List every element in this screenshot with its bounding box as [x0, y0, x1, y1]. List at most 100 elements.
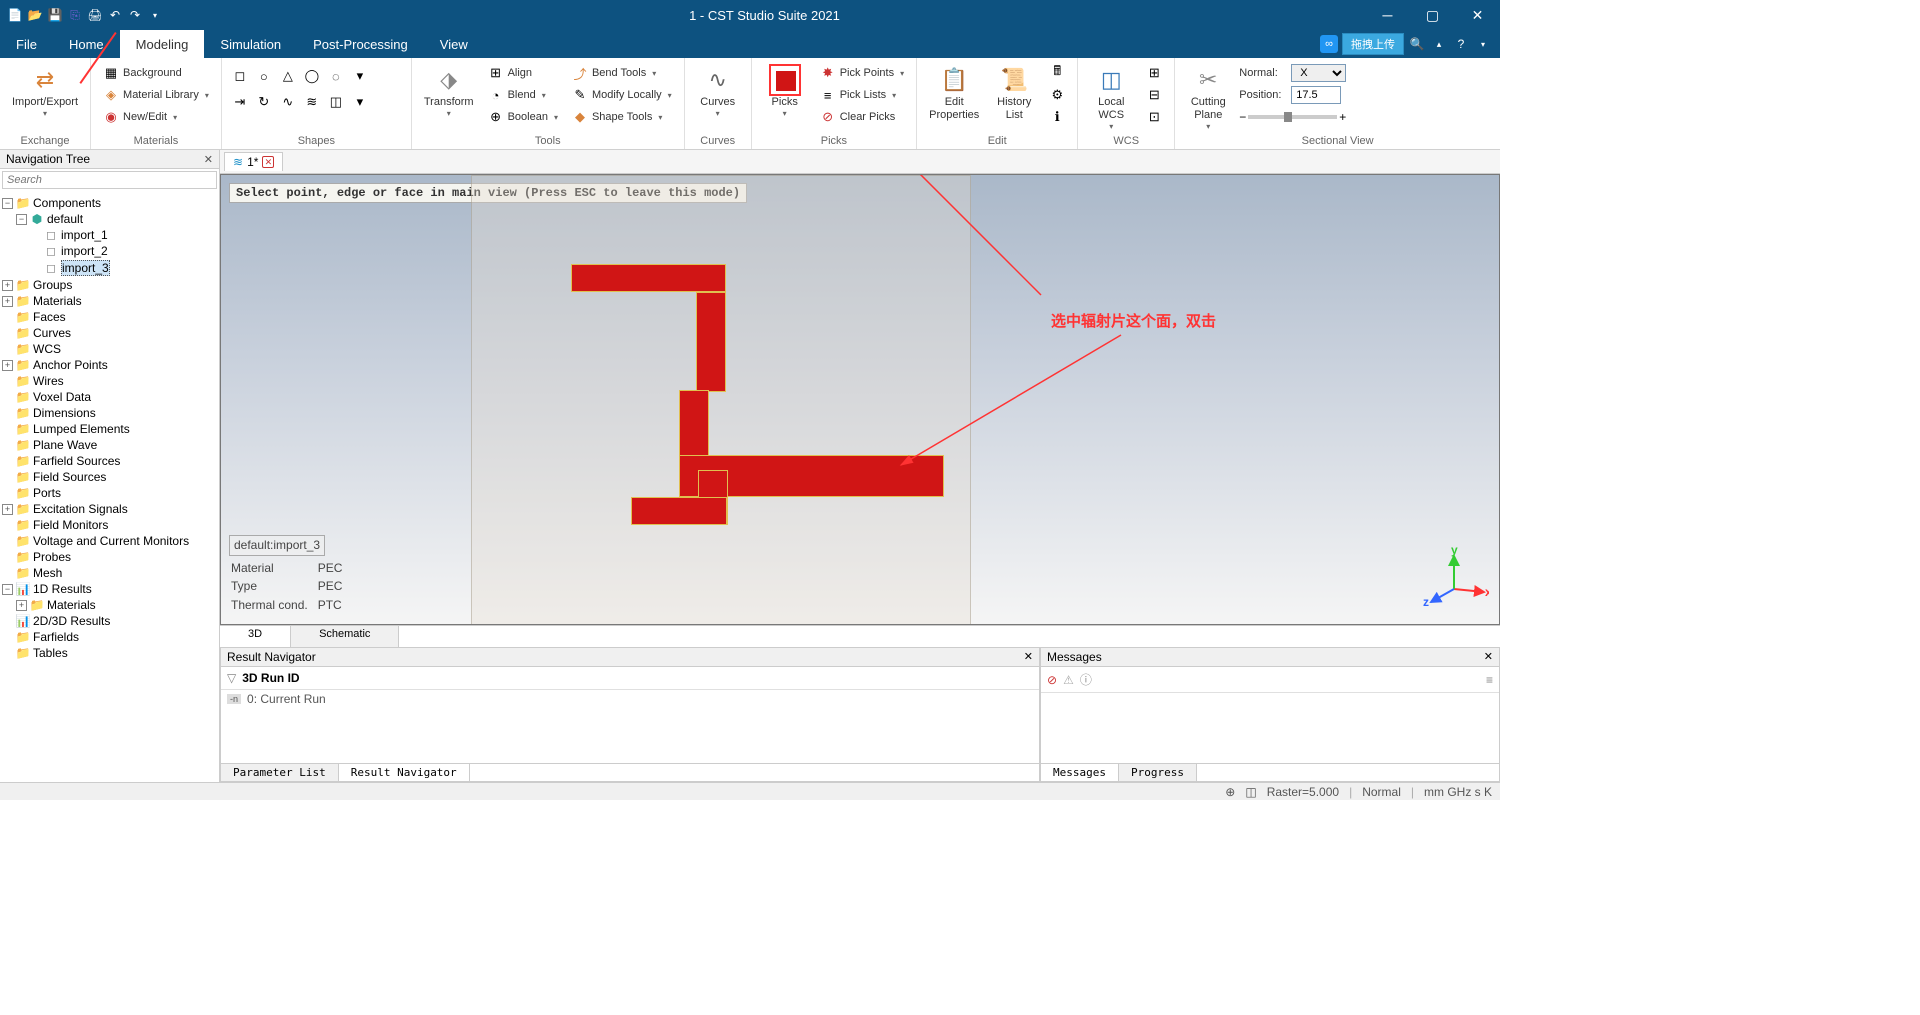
search-icon[interactable]: 🔍	[1408, 37, 1426, 51]
3d-viewport[interactable]: Select point, edge or face in main view …	[220, 174, 1500, 625]
tree-item-import3[interactable]: ◻import_3	[2, 259, 217, 277]
tab-parameter-list[interactable]: Parameter List	[221, 764, 339, 781]
tab-progress[interactable]: Progress	[1119, 764, 1197, 781]
status-icon[interactable]: ⊕	[1225, 785, 1235, 799]
normal-select[interactable]: X	[1291, 64, 1346, 82]
pick-points-button[interactable]: ✸Pick Points▾	[816, 62, 908, 84]
cutting-plane-button[interactable]: ✂ Cutting Plane ▾	[1183, 62, 1233, 133]
status-icon2[interactable]: ◫	[1245, 785, 1256, 799]
extrude-icon[interactable]: ⇥	[230, 92, 250, 112]
nav-search-input[interactable]	[2, 171, 217, 189]
local-wcs-button[interactable]: ◫ Local WCS ▾	[1086, 62, 1136, 133]
info-button[interactable]: ℹ	[1045, 106, 1069, 128]
tab-schematic[interactable]: Schematic	[291, 626, 399, 647]
new-icon[interactable]: 📄	[6, 6, 24, 24]
tab-3d[interactable]: 3D	[220, 626, 291, 647]
menu-post-processing[interactable]: Post-Processing	[297, 30, 424, 58]
error-icon[interactable]: ⊘	[1047, 673, 1057, 687]
nav-close-icon[interactable]: ✕	[204, 153, 213, 166]
menu-home[interactable]: Home	[53, 30, 120, 58]
cube-shape-icon[interactable]: ◻	[230, 66, 250, 86]
torus-shape-icon[interactable]: ◌	[326, 66, 346, 86]
undo-icon[interactable]: ↶	[106, 6, 124, 24]
close-icon[interactable]: ✕	[1484, 650, 1493, 664]
doc-tab-1[interactable]: ≋ 1* ✕	[224, 152, 283, 171]
model-segment[interactable]	[696, 292, 726, 392]
model-segment[interactable]	[571, 264, 726, 292]
help-icon[interactable]: ?	[1452, 37, 1470, 51]
close-button[interactable]: ✕	[1455, 0, 1500, 30]
info-icon[interactable]: ⓘ	[1080, 671, 1092, 688]
shapes2-dropdown-icon[interactable]: ▾	[350, 92, 370, 112]
open-icon[interactable]: 📂	[26, 6, 44, 24]
menu-simulation[interactable]: Simulation	[204, 30, 297, 58]
calc-button[interactable]: 🖩	[1045, 62, 1069, 84]
maximize-button[interactable]: ▢	[1410, 0, 1455, 30]
material-library-button[interactable]: ◈Material Library▾	[99, 84, 213, 106]
modify-locally-button[interactable]: ✎Modify Locally▾	[568, 84, 676, 106]
minimize-button[interactable]: ─	[1365, 0, 1410, 30]
ribbon-group-wcs: ◫ Local WCS ▾ ⊞ ⊟ ⊡ WCS	[1078, 58, 1175, 149]
filter-icon[interactable]: ▽	[227, 671, 236, 685]
shapes-dropdown-icon[interactable]: ▾	[350, 66, 370, 86]
loft-icon[interactable]: ≋	[302, 92, 322, 112]
transform-button[interactable]: ⬗ Transform ▾	[420, 62, 478, 120]
print-icon[interactable]: 🖨	[86, 6, 104, 24]
bend-tools-button[interactable]: ⤴Bend Tools▾	[568, 62, 676, 84]
ribbon-toggle-icon[interactable]: ▴	[1430, 39, 1448, 50]
history-list-button[interactable]: 📜 History List	[989, 62, 1039, 124]
align-button[interactable]: ⊞Align	[484, 62, 562, 84]
cloud-icon[interactable]: ∞	[1320, 35, 1338, 53]
copy-icon[interactable]: ⎘	[66, 6, 84, 24]
edit-properties-button[interactable]: 📋 Edit Properties	[925, 62, 983, 124]
folder-icon: 📁	[15, 534, 31, 548]
tab-result-navigator[interactable]: Result Navigator	[339, 764, 470, 781]
blend-button[interactable]: ◔Blend▾	[484, 84, 562, 106]
curves-button[interactable]: ∿ Curves ▾	[693, 62, 743, 120]
sweep-icon[interactable]: ∿	[278, 92, 298, 112]
background-button[interactable]: ▦Background	[99, 62, 213, 84]
tab-close-icon[interactable]: ✕	[262, 156, 274, 168]
new-edit-button[interactable]: ◉New/Edit▾	[99, 106, 213, 128]
tab-messages[interactable]: Messages	[1041, 764, 1119, 781]
list-icon[interactable]: ≡	[1486, 673, 1493, 687]
result-navigator-panel: Result Navigator✕ ▽ 3D Run ID -n 0: Curr…	[220, 647, 1040, 782]
wcs-opt2[interactable]: ⊟	[1142, 84, 1166, 106]
navigation-tree[interactable]: −📁Components −⬢default ◻import_1 ◻import…	[0, 191, 219, 782]
cone-shape-icon[interactable]: △	[278, 66, 298, 86]
revolve-icon[interactable]: ↻	[254, 92, 274, 112]
save-icon[interactable]: 💾	[46, 6, 64, 24]
qat-dropdown-icon[interactable]: ▾	[146, 6, 164, 24]
position-slider[interactable]	[1248, 115, 1337, 119]
picks-icon	[769, 64, 801, 96]
warning-icon[interactable]: ⚠	[1063, 673, 1074, 687]
shell-icon[interactable]: ◫	[326, 92, 346, 112]
sphere-shape-icon[interactable]: ○	[254, 66, 274, 86]
redo-icon[interactable]: ↷	[126, 6, 144, 24]
menu-modeling[interactable]: Modeling	[120, 30, 205, 58]
row-badge: -n	[227, 694, 241, 704]
upload-button[interactable]: 拖拽上传	[1342, 33, 1404, 55]
cutting-plane-icon: ✂	[1192, 64, 1224, 96]
import-export-button[interactable]: ⇄ Import/Export ▾	[8, 62, 82, 120]
help-dropdown-icon[interactable]: ▾	[1474, 40, 1492, 49]
boolean-button[interactable]: ⊕Boolean▾	[484, 106, 562, 128]
normal-label: Normal:	[1239, 67, 1287, 79]
pick-lists-button[interactable]: ≡Pick Lists▾	[816, 84, 908, 106]
position-input[interactable]	[1291, 86, 1341, 104]
menu-file[interactable]: File	[0, 30, 53, 58]
result-row-0[interactable]: -n 0: Current Run	[221, 690, 1039, 708]
menu-view[interactable]: View	[424, 30, 484, 58]
wcs-opt3[interactable]: ⊡	[1142, 106, 1166, 128]
clear-picks-button[interactable]: ⊘Clear Picks	[816, 106, 908, 128]
shape-tools-button[interactable]: ◆Shape Tools▾	[568, 106, 676, 128]
cylinder-shape-icon[interactable]: ◯	[302, 66, 322, 86]
close-icon[interactable]: ✕	[1024, 650, 1033, 664]
decrement-button[interactable]: −	[1239, 110, 1246, 124]
folder-icon: 📁	[15, 518, 31, 532]
increment-button[interactable]: +	[1339, 110, 1346, 124]
params-button[interactable]: ⚙	[1045, 84, 1069, 106]
wcs-opt1[interactable]: ⊞	[1142, 62, 1166, 84]
model-segment[interactable]	[631, 497, 727, 525]
picks-button[interactable]: Picks ▾	[760, 62, 810, 120]
